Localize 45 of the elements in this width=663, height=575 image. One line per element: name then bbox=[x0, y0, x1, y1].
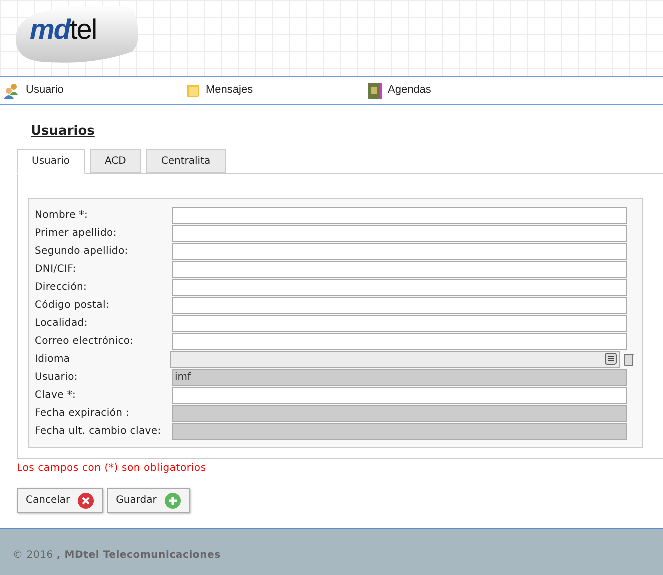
tab[interactable]: ACD bbox=[90, 149, 142, 173]
field-label: Nombre *: bbox=[35, 208, 90, 222]
input-field[interactable] bbox=[172, 206, 627, 224]
input-field[interactable] bbox=[172, 242, 627, 260]
users-icon bbox=[4, 82, 20, 98]
select-field[interactable] bbox=[170, 350, 620, 368]
trash-icon[interactable] bbox=[624, 352, 634, 366]
field-label: Dirección: bbox=[35, 280, 88, 294]
field-label: Segundo apellido: bbox=[35, 244, 130, 258]
input-field[interactable] bbox=[172, 332, 627, 350]
page-title: Usuarios bbox=[31, 123, 96, 141]
input-field[interactable] bbox=[172, 314, 627, 332]
close-icon bbox=[78, 492, 94, 508]
nav-link[interactable]: Agendas bbox=[364, 82, 432, 99]
folder-icon bbox=[186, 84, 200, 98]
nav-link[interactable]: Mensajes bbox=[182, 82, 364, 99]
input-field[interactable]: imf bbox=[172, 368, 627, 386]
field-label: Usuario: bbox=[35, 370, 79, 384]
required-note: Los campos con (*) son obligatorios bbox=[16, 462, 208, 476]
save-button[interactable]: Guardar bbox=[107, 488, 190, 513]
footer-text: © 2016 , MDtel Telecomunicaciones bbox=[13, 550, 221, 561]
input-field[interactable] bbox=[172, 260, 627, 278]
input-field[interactable] bbox=[172, 422, 627, 440]
input-field[interactable] bbox=[172, 278, 627, 296]
plus-icon bbox=[164, 492, 181, 508]
field-label: Clave *: bbox=[35, 388, 78, 402]
field-label: DNI/CIF: bbox=[35, 262, 78, 276]
field-label: Fecha expiración : bbox=[35, 406, 131, 420]
field-label: Primer apellido: bbox=[35, 226, 118, 240]
book-icon bbox=[368, 82, 382, 98]
field-label: Correo electrónico: bbox=[35, 334, 135, 348]
input-field[interactable] bbox=[172, 224, 627, 242]
logo: mdtel bbox=[30, 16, 97, 44]
input-field[interactable] bbox=[172, 386, 627, 404]
field-label: Localidad: bbox=[35, 316, 89, 330]
tab[interactable]: Centralita bbox=[146, 149, 226, 173]
input-field[interactable] bbox=[172, 296, 627, 314]
field-label: Fecha ult. cambio clave: bbox=[35, 424, 162, 438]
nav-link[interactable]: Usuario bbox=[0, 82, 182, 99]
list-icon[interactable] bbox=[605, 353, 618, 365]
cancel-button[interactable]: Cancelar bbox=[17, 488, 104, 513]
tab[interactable]: Usuario bbox=[17, 149, 86, 174]
field-label: Código postal: bbox=[35, 298, 111, 312]
input-field[interactable] bbox=[172, 404, 627, 422]
field-label: Idioma bbox=[35, 352, 72, 366]
